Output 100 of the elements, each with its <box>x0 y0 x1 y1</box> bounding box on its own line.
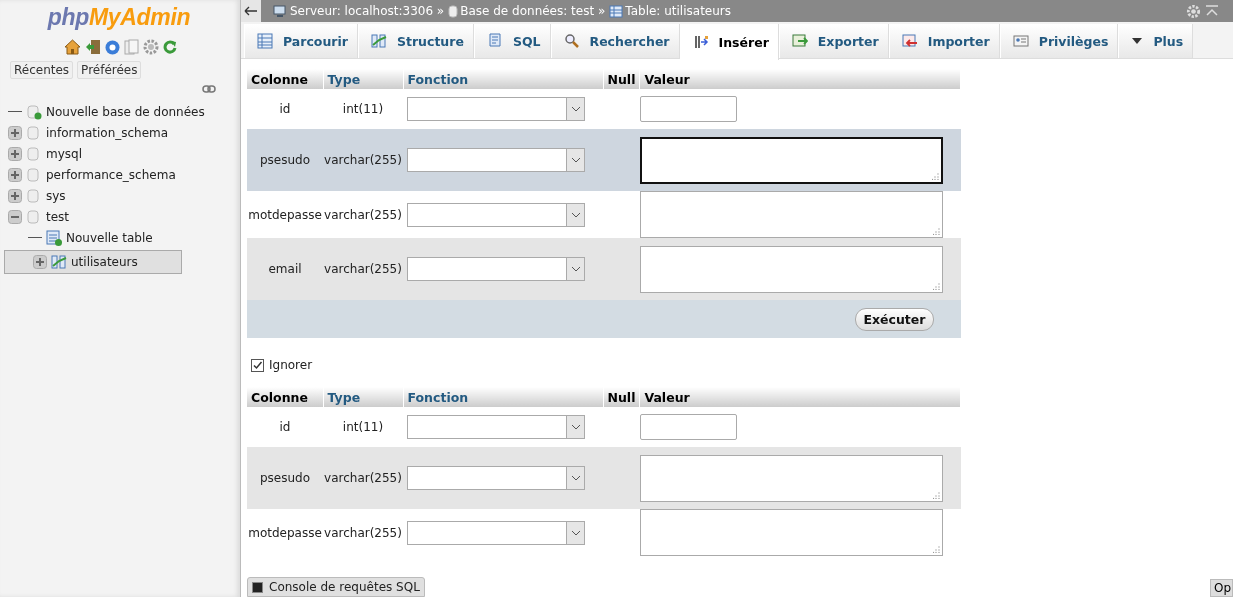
function-dropdown[interactable] <box>407 415 585 439</box>
column-type: varchar(255) <box>323 191 403 238</box>
tab[interactable]: Exporter <box>778 24 889 58</box>
function-dropdown[interactable] <box>407 202 585 227</box>
document-icon <box>486 33 503 49</box>
function-dropdown[interactable] <box>407 520 585 545</box>
chevron-down-icon <box>570 529 581 536</box>
sidebar-tab[interactable]: Récentes <box>10 61 74 79</box>
value-input[interactable] <box>639 96 737 122</box>
column-name: psesudo <box>247 447 323 509</box>
check-icon <box>252 359 263 371</box>
chevron-down-icon <box>570 106 581 112</box>
column-header[interactable]: Fonction <box>403 69 603 89</box>
chevron-down-icon <box>570 157 581 163</box>
exit-door-icon[interactable] <box>84 39 101 55</box>
function-dropdown[interactable] <box>407 97 585 121</box>
sidebar-tab[interactable]: Préférées <box>77 61 142 79</box>
execute-button[interactable]: Exécuter <box>855 307 934 331</box>
column-header[interactable]: Fonction <box>403 387 603 407</box>
database-icon <box>26 124 42 141</box>
column-header[interactable]: Type <box>323 387 403 407</box>
expand-icon[interactable] <box>8 125 22 140</box>
chevron-down-icon <box>570 424 581 430</box>
breadcrumb-link[interactable]: Base de données: test » <box>460 4 606 18</box>
table-icon <box>609 4 624 18</box>
column-name: email <box>247 238 323 300</box>
tree-item[interactable]: sys <box>0 187 236 204</box>
collapse-top-icon[interactable] <box>1205 5 1219 17</box>
column-header: Valeur <box>639 69 961 89</box>
value-input[interactable] <box>639 414 737 440</box>
import-icon <box>901 33 918 49</box>
tree-item[interactable]: Nouvelle base de données <box>0 103 236 120</box>
new-database-icon <box>26 103 42 120</box>
tab[interactable]: Importer <box>888 24 1000 58</box>
database-icon <box>26 187 42 204</box>
structure-icon <box>370 33 387 49</box>
tree-item[interactable]: information_schema <box>0 124 236 141</box>
tab[interactable]: Insérer <box>679 24 779 60</box>
collapse-icon[interactable] <box>8 209 22 224</box>
tree-item[interactable]: utilisateurs <box>4 250 182 274</box>
home-icon[interactable] <box>63 39 81 55</box>
expand-icon[interactable] <box>8 188 22 203</box>
table-icon <box>51 254 67 270</box>
tree-item[interactable]: test <box>0 208 236 225</box>
column-header[interactable]: Type <box>323 69 403 89</box>
column-type: varchar(255) <box>323 447 403 509</box>
database-icon <box>26 145 42 162</box>
table-grid-icon <box>257 33 273 49</box>
database-icon <box>448 4 459 18</box>
column-header: Null <box>603 69 640 89</box>
column-name: id <box>247 407 323 447</box>
column-name: psesudo <box>247 129 323 191</box>
function-dropdown[interactable] <box>407 257 585 281</box>
column-type: int(11) <box>323 89 403 129</box>
database-icon <box>26 208 42 225</box>
column-header: Colonne <box>247 387 323 407</box>
chevron-down-icon <box>570 475 581 481</box>
logo: phpMyAdmin <box>47 4 191 31</box>
value-textarea[interactable] <box>639 136 943 184</box>
insert-arrow-icon <box>692 34 709 50</box>
sql-console-tab[interactable]: Console de requêtes SQL <box>247 577 425 597</box>
tree-item[interactable]: performance_schema <box>0 166 236 183</box>
ignore-checkbox[interactable]: Ignorer <box>251 358 1233 372</box>
column-header: Colonne <box>247 69 323 89</box>
column-name: id <box>247 89 323 129</box>
tab[interactable]: Rechercher <box>550 24 680 58</box>
tree-item[interactable]: mysql <box>0 145 236 162</box>
function-dropdown[interactable] <box>407 466 585 490</box>
chevron-down-icon <box>570 266 581 272</box>
function-dropdown[interactable] <box>407 148 585 172</box>
expand-icon[interactable] <box>8 167 22 182</box>
tab[interactable]: Structure <box>357 24 474 58</box>
expand-icon[interactable] <box>33 255 47 269</box>
breadcrumb-link[interactable]: Serveur: localhost:3306 » <box>290 4 445 18</box>
settings-icon[interactable] <box>142 39 159 55</box>
console-icon <box>252 581 263 593</box>
tab[interactable]: Parcourir <box>244 24 358 58</box>
tab[interactable]: Plus <box>1118 24 1194 58</box>
new-table-icon <box>46 229 62 246</box>
chevron-down-icon <box>570 211 581 218</box>
column-header: Null <box>603 387 640 407</box>
column-name: motdepasse <box>247 509 323 556</box>
reload-icon[interactable] <box>162 40 177 54</box>
id-card-icon <box>1012 33 1029 49</box>
column-type: varchar(255) <box>323 129 403 191</box>
caret-icon <box>1131 36 1144 46</box>
database-icon <box>26 166 42 183</box>
document-icon[interactable] <box>123 39 139 55</box>
search-icon <box>563 33 580 49</box>
breadcrumb-link[interactable]: Table: utilisateurs <box>625 4 731 18</box>
column-type: int(11) <box>323 407 403 447</box>
tree-item[interactable]: Nouvelle table <box>0 229 236 246</box>
link-icon[interactable] <box>202 85 216 93</box>
tab[interactable]: SQL <box>473 24 551 58</box>
tab[interactable]: Privilèges <box>999 24 1119 58</box>
expand-icon[interactable] <box>8 146 22 161</box>
options-button[interactable]: Op <box>1209 579 1233 597</box>
column-header: Valeur <box>639 387 961 407</box>
server-icon <box>273 4 288 18</box>
column-name: motdepasse <box>247 191 323 238</box>
